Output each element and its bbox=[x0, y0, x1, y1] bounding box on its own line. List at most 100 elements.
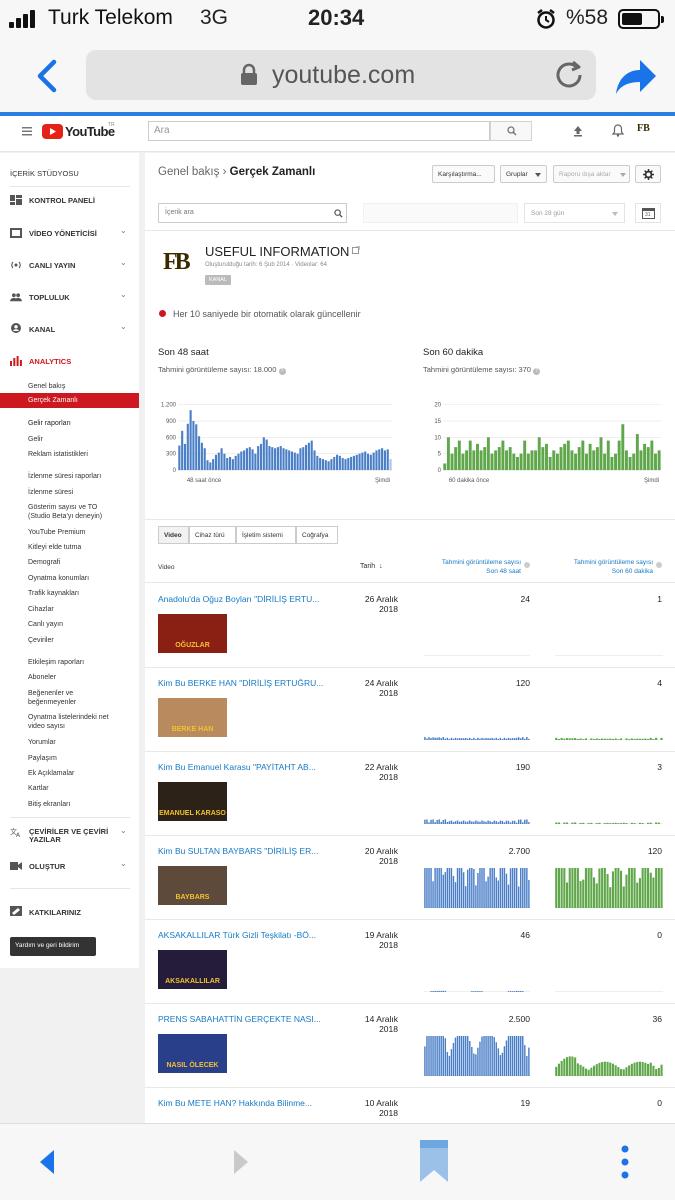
bar[interactable] bbox=[541, 447, 545, 470]
video-title-link[interactable]: Kim Bu BERKE HAN "DİRİLİŞ ERTUĞRU... bbox=[158, 678, 323, 688]
video-title-link[interactable]: Anadolu'da Oğuz Boyları "DİRİLİŞ ERTU... bbox=[158, 594, 319, 604]
settings-button[interactable] bbox=[635, 165, 661, 183]
table-row[interactable]: PRENS SABAHATTİN GERÇEKTE NASI... 14 Ara… bbox=[145, 1004, 675, 1088]
date-range-select[interactable]: Son 28 gün bbox=[524, 203, 625, 223]
bar[interactable] bbox=[537, 437, 541, 470]
video-title-link[interactable]: Kim Bu Emanuel Karasu "PAYİTAHT AB... bbox=[158, 762, 316, 772]
calendar-button[interactable]: 31 bbox=[635, 203, 661, 223]
bar[interactable] bbox=[290, 451, 294, 470]
sidebar-subitem-end-screens[interactable]: Bitiş ekranları bbox=[28, 800, 70, 809]
sidebar-subitem-overview[interactable]: Genel bakış bbox=[28, 382, 65, 391]
sidebar-subitem-watch-time[interactable]: İzlenme süresi bbox=[28, 488, 73, 497]
bar[interactable] bbox=[186, 423, 189, 470]
bar[interactable] bbox=[490, 453, 494, 470]
column-date[interactable]: Tarih ↓ bbox=[360, 563, 383, 570]
feedback-button[interactable]: Yardım ve geri bildirim bbox=[10, 937, 96, 956]
bar[interactable] bbox=[534, 450, 538, 470]
groups-button[interactable]: Gruplar bbox=[500, 165, 547, 183]
bar[interactable] bbox=[563, 443, 567, 470]
bar[interactable] bbox=[192, 421, 195, 470]
tab-video[interactable]: Video bbox=[158, 526, 189, 544]
bar[interactable] bbox=[650, 440, 654, 470]
reload-icon[interactable] bbox=[552, 58, 586, 92]
bar[interactable] bbox=[268, 446, 271, 470]
bar[interactable] bbox=[552, 450, 556, 470]
bar[interactable] bbox=[195, 424, 198, 470]
bar[interactable] bbox=[555, 453, 559, 470]
bar[interactable] bbox=[259, 443, 263, 470]
bar[interactable] bbox=[530, 450, 534, 470]
tab-geography[interactable]: Coğrafya bbox=[296, 526, 338, 544]
tab-operating-system[interactable]: İşletim sistemi bbox=[236, 526, 296, 544]
bar[interactable] bbox=[178, 445, 181, 470]
video-title-link[interactable]: AKSAKALLILAR Türk Gizli Teşkilatı -BÖ... bbox=[158, 930, 316, 940]
bar[interactable] bbox=[189, 410, 192, 470]
sidebar-subitem-revenue-reports[interactable]: Gelir raporları bbox=[28, 419, 71, 428]
bar[interactable] bbox=[383, 450, 386, 470]
bar[interactable] bbox=[479, 450, 483, 470]
sidebar-subitem-dislikes[interactable]: beğenmeyenler bbox=[28, 698, 76, 707]
bar[interactable] bbox=[646, 447, 650, 470]
bar[interactable] bbox=[181, 430, 184, 470]
sidebar-subitem-playback-locations[interactable]: Oynatma konumları bbox=[28, 574, 89, 583]
sidebar-subitem-video-count[interactable]: video sayısı bbox=[28, 722, 65, 731]
forward-arrow-icon[interactable] bbox=[230, 1148, 252, 1176]
bar[interactable] bbox=[200, 442, 203, 470]
bar[interactable] bbox=[450, 453, 454, 470]
bar[interactable] bbox=[654, 453, 657, 470]
bar[interactable] bbox=[595, 447, 599, 470]
sidebar-subitem-subscribers[interactable]: Aboneler bbox=[28, 673, 56, 682]
bar[interactable] bbox=[494, 450, 498, 470]
bar[interactable] bbox=[461, 453, 465, 470]
bar[interactable] bbox=[262, 437, 265, 470]
video-thumbnail[interactable]: BERKE HAN bbox=[158, 698, 227, 737]
sidebar-subitem-cards[interactable]: Kartlar bbox=[28, 784, 49, 793]
bar[interactable] bbox=[574, 453, 578, 470]
bar[interactable] bbox=[603, 453, 607, 470]
content-search-input[interactable]: İçerik ara bbox=[158, 203, 347, 223]
sidebar-subitem-sharing[interactable]: Paylaşım bbox=[28, 754, 57, 763]
table-row[interactable]: Anadolu'da Oğuz Boyları "DİRİLİŞ ERTU...… bbox=[145, 584, 675, 668]
bar[interactable] bbox=[617, 440, 621, 470]
bar[interactable] bbox=[217, 452, 220, 470]
video-title-link[interactable]: Kim Bu METE HAN? Hakkında Bilinme... bbox=[158, 1098, 312, 1108]
bar[interactable] bbox=[389, 459, 392, 470]
bar[interactable] bbox=[366, 453, 370, 470]
table-row[interactable]: Kim Bu BERKE HAN "DİRİLİŞ ERTUĞRU... 24 … bbox=[145, 668, 675, 752]
bar[interactable] bbox=[486, 437, 490, 470]
bar[interactable] bbox=[276, 447, 279, 470]
bar[interactable] bbox=[566, 440, 570, 470]
bar[interactable] bbox=[341, 458, 344, 470]
bar[interactable] bbox=[585, 453, 588, 470]
table-row[interactable]: Kim Bu Emanuel Karasu "PAYİTAHT AB... 22… bbox=[145, 752, 675, 836]
channel-name[interactable]: USEFUL INFORMATION bbox=[205, 244, 349, 259]
bar[interactable] bbox=[183, 443, 187, 470]
bar[interactable] bbox=[381, 448, 384, 470]
upload-icon[interactable] bbox=[572, 125, 584, 137]
bar[interactable] bbox=[369, 454, 372, 470]
bar[interactable] bbox=[512, 453, 516, 470]
bar[interactable] bbox=[632, 453, 636, 470]
bar[interactable] bbox=[599, 437, 603, 470]
sidebar-subitem-translations[interactable]: Çeviriler bbox=[28, 636, 54, 645]
sidebar-subitem-engagement-reports[interactable]: Etkileşim raporları bbox=[28, 658, 84, 667]
tab-device-type[interactable]: Cihaz türü bbox=[189, 526, 236, 544]
bar[interactable] bbox=[220, 448, 223, 470]
bar[interactable] bbox=[606, 440, 610, 470]
bar[interactable] bbox=[454, 447, 458, 470]
bar[interactable] bbox=[209, 462, 212, 470]
video-thumbnail[interactable]: NASIL ÖLECEK bbox=[158, 1034, 227, 1073]
bar[interactable] bbox=[621, 424, 625, 470]
bar[interactable] bbox=[271, 447, 274, 470]
sidebar-subitem-ad-stats[interactable]: Reklam istatistikleri bbox=[28, 450, 88, 459]
bar[interactable] bbox=[483, 447, 487, 470]
bar[interactable] bbox=[443, 463, 447, 470]
external-link-icon[interactable] bbox=[352, 246, 360, 254]
bar[interactable] bbox=[245, 448, 248, 470]
bar[interactable] bbox=[231, 459, 234, 470]
notification-bell-icon[interactable] bbox=[612, 124, 624, 137]
bar[interactable] bbox=[350, 456, 353, 470]
bar[interactable] bbox=[378, 449, 381, 470]
bar[interactable] bbox=[214, 454, 218, 470]
bar[interactable] bbox=[324, 460, 327, 470]
